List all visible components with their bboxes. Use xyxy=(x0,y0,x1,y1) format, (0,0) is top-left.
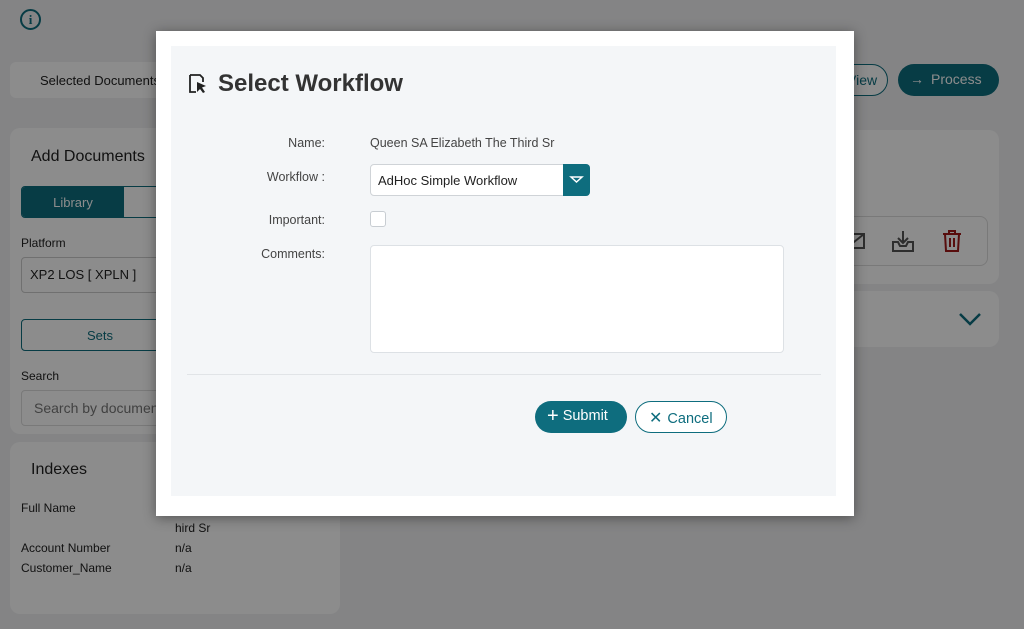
workflow-selected-value: AdHoc Simple Workflow xyxy=(378,173,518,188)
workflow-select[interactable]: AdHoc Simple Workflow xyxy=(370,164,590,196)
caret-down-icon xyxy=(569,176,584,184)
name-value: Queen SA Elizabeth The Third Sr xyxy=(370,136,555,150)
close-icon: ✕ xyxy=(649,410,663,427)
select-workflow-dialog: Select Workflow Name: Queen SA Elizabeth… xyxy=(156,31,854,516)
footer-divider xyxy=(187,374,821,375)
cancel-label: Cancel xyxy=(667,411,713,427)
workflow-label: Workflow : xyxy=(266,170,325,184)
dialog-title: Select Workflow xyxy=(218,70,403,97)
submit-label: Submit xyxy=(562,408,608,424)
submit-button[interactable]: + Submit xyxy=(535,401,627,433)
plus-icon: + xyxy=(547,405,559,427)
comments-label: Comments: xyxy=(261,247,325,261)
cursor-select-icon xyxy=(189,74,206,93)
important-checkbox[interactable] xyxy=(370,211,386,227)
important-label: Important: xyxy=(268,213,325,227)
dialog-body: Select Workflow Name: Queen SA Elizabeth… xyxy=(171,46,836,496)
comments-textarea[interactable] xyxy=(370,245,784,353)
cancel-button[interactable]: ✕ Cancel xyxy=(635,401,727,433)
workflow-dropdown-button[interactable] xyxy=(563,164,590,196)
name-label: Name: xyxy=(288,136,325,150)
